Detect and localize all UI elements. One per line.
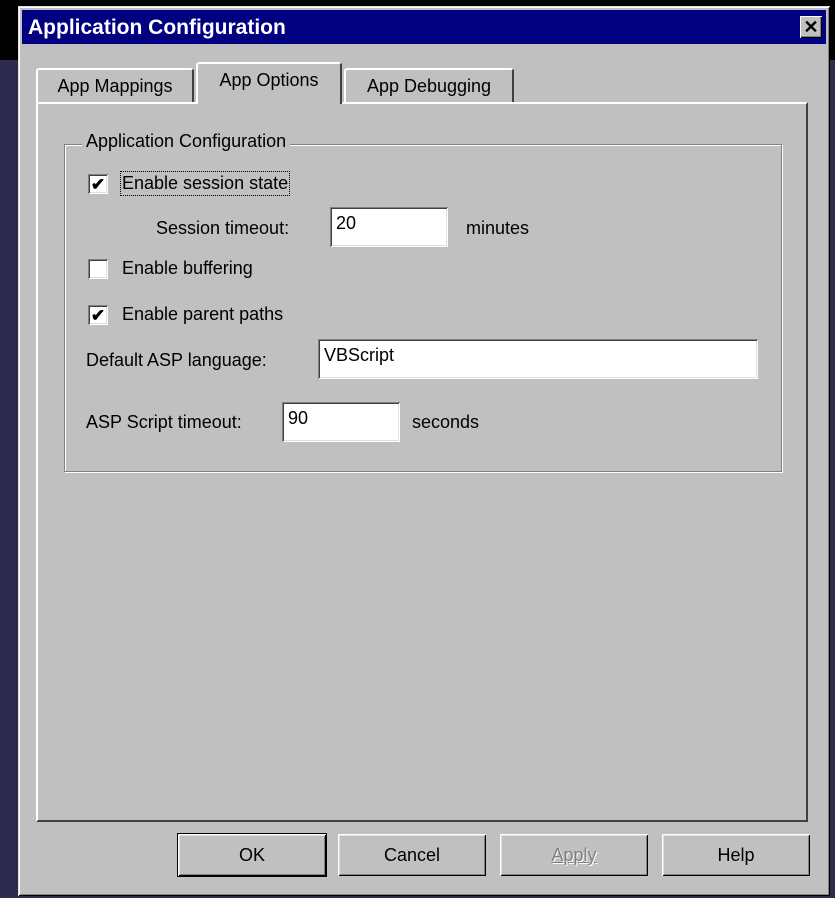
button-label: Cancel bbox=[383, 844, 441, 865]
dialog-title: Application Configuration bbox=[28, 16, 286, 39]
check-icon: ✔ bbox=[90, 174, 106, 194]
button-label: OK bbox=[238, 844, 265, 865]
tab-label: App Debugging bbox=[366, 75, 492, 96]
session-timeout-label: Session timeout: bbox=[156, 218, 290, 238]
close-icon: ✕ bbox=[803, 17, 819, 37]
tab-app-mappings[interactable]: App Mappings bbox=[36, 68, 194, 102]
session-timeout-unit: minutes bbox=[466, 218, 530, 238]
parent-paths-checkbox[interactable]: ✔ bbox=[88, 305, 108, 325]
asp-language-input[interactable]: VBScript bbox=[318, 339, 758, 379]
button-label: Apply bbox=[551, 844, 597, 865]
apply-button[interactable]: Apply bbox=[500, 834, 648, 876]
tab-label: App Mappings bbox=[57, 75, 173, 96]
session-state-label[interactable]: Enable session state bbox=[119, 171, 291, 196]
tab-app-options[interactable]: App Options bbox=[196, 62, 342, 104]
script-timeout-input[interactable]: 90 bbox=[282, 402, 400, 442]
check-icon: ✔ bbox=[90, 305, 106, 325]
script-timeout-label: ASP Script timeout: bbox=[86, 412, 242, 432]
ok-button[interactable]: OK bbox=[178, 834, 326, 876]
close-button[interactable]: ✕ bbox=[800, 16, 822, 38]
session-timeout-input[interactable]: 20 bbox=[330, 207, 448, 247]
parent-paths-label[interactable]: Enable parent paths bbox=[122, 304, 283, 325]
tab-label: App Options bbox=[219, 69, 319, 90]
help-button[interactable]: Help bbox=[662, 834, 810, 876]
cancel-button[interactable]: Cancel bbox=[338, 834, 486, 876]
script-timeout-unit: seconds bbox=[412, 412, 480, 432]
tab-app-debugging[interactable]: App Debugging bbox=[344, 68, 514, 102]
buffering-label[interactable]: Enable buffering bbox=[122, 258, 253, 279]
session-state-checkbox[interactable]: ✔ bbox=[88, 174, 108, 194]
title-bar[interactable]: Application Configuration ✕ bbox=[22, 10, 826, 44]
asp-language-label: Default ASP language: bbox=[86, 350, 267, 370]
buffering-checkbox[interactable] bbox=[88, 259, 108, 279]
button-label: Help bbox=[717, 844, 755, 865]
group-legend: Application Configuration bbox=[82, 131, 291, 152]
